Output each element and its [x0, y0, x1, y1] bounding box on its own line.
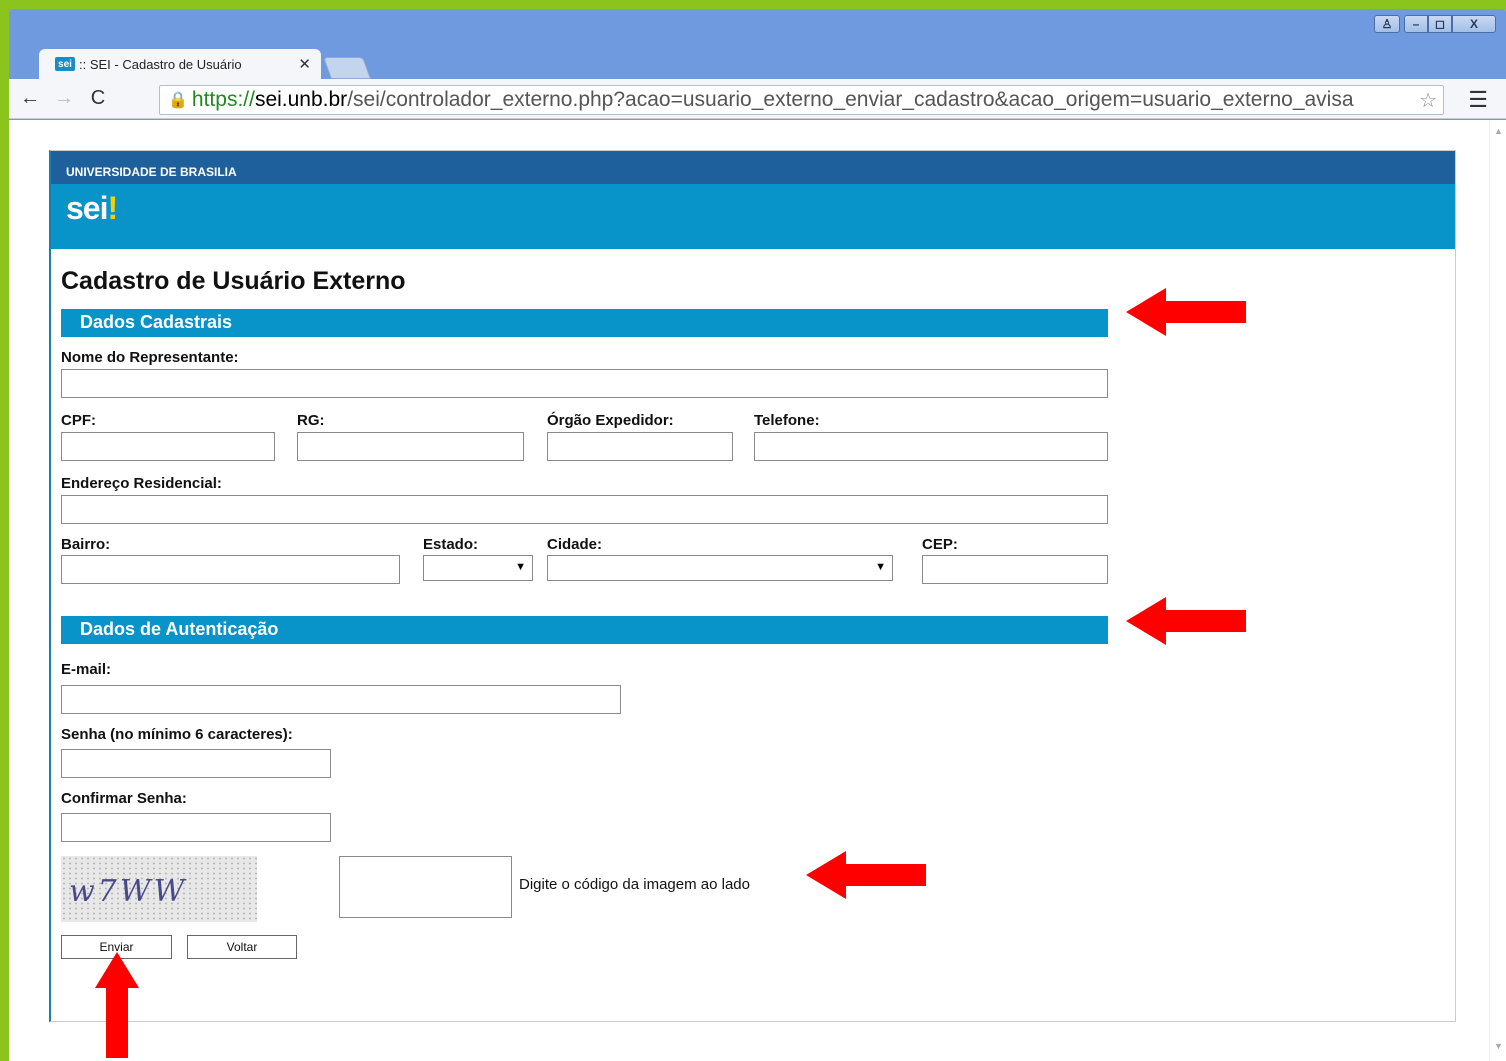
minimize-button[interactable]: –: [1404, 15, 1428, 33]
sei-favicon-icon: sei: [55, 57, 75, 71]
tab-bar: sei :: SEI - Cadastro de Usuário ✕: [39, 47, 372, 79]
annotation-arrow-dados-autenticacao: [1126, 597, 1246, 645]
browser-window: ♙ – ◻ X sei :: SEI - Cadastro de Usuário…: [9, 9, 1506, 1061]
url-path: /sei/controlador_externo.php?acao=usuari…: [347, 88, 1354, 111]
estado-select[interactable]: ▼: [423, 555, 533, 581]
user-profile-button[interactable]: ♙: [1374, 15, 1400, 33]
maximize-button[interactable]: ◻: [1428, 15, 1452, 33]
sei-logo: sei!: [66, 190, 118, 226]
nome-input[interactable]: [61, 369, 1108, 398]
url-scheme: https://: [191, 88, 255, 111]
bairro-input[interactable]: [61, 555, 400, 584]
rg-input[interactable]: [297, 432, 524, 461]
label-orgao: Órgão Expedidor:: [547, 412, 674, 429]
url-host: sei.unb.br: [254, 88, 348, 111]
reload-icon[interactable]: C: [85, 86, 111, 112]
forward-arrow-icon[interactable]: →: [51, 86, 77, 112]
label-confirmar: Confirmar Senha:: [61, 790, 187, 807]
label-estado: Estado:: [423, 536, 479, 553]
telefone-input[interactable]: [754, 432, 1108, 461]
label-email: E-mail:: [61, 661, 112, 678]
vertical-scrollbar[interactable]: ▲ ▼: [1489, 120, 1506, 1061]
cpf-input[interactable]: [61, 432, 275, 461]
sei-page: UNIVERSIDADE DE BRASILIA sei! Cadastro d…: [49, 150, 1456, 1022]
dropdown-arrow-icon: ▼: [875, 561, 886, 573]
page-viewport: UNIVERSIDADE DE BRASILIA sei! Cadastro d…: [9, 120, 1506, 1061]
scroll-down-icon[interactable]: ▼: [1494, 1041, 1503, 1051]
close-tab-icon[interactable]: ✕: [298, 55, 311, 73]
cep-input[interactable]: [922, 555, 1108, 584]
label-endereco: Endereço Residencial:: [61, 475, 222, 492]
org-name: UNIVERSIDADE DE BRASILIA: [51, 151, 1455, 184]
captcha-hint: Digite o código da imagem ao lado: [519, 876, 750, 893]
label-rg: RG:: [297, 412, 325, 429]
confirmar-senha-input[interactable]: [61, 813, 331, 842]
section-dados-cadastrais: Dados Cadastrais: [61, 309, 1108, 337]
label-cidade: Cidade:: [547, 536, 603, 553]
endereco-input[interactable]: [61, 495, 1108, 524]
new-tab-button[interactable]: [322, 57, 372, 79]
logo-mark: !: [107, 190, 118, 226]
annotation-arrow-captcha: [806, 851, 926, 899]
browser-tab[interactable]: sei :: SEI - Cadastro de Usuário ✕: [39, 49, 321, 79]
label-cpf: CPF:: [61, 412, 96, 429]
captcha-image: w7WW: [61, 856, 257, 922]
window-controls: ♙ – ◻ X: [1374, 15, 1496, 33]
close-window-button[interactable]: X: [1452, 15, 1496, 33]
back-arrow-icon[interactable]: ←: [17, 86, 43, 112]
annotation-arrow-enviar: [95, 952, 139, 1058]
page-title: Cadastro de Usuário Externo: [61, 267, 406, 295]
bookmark-star-icon[interactable]: ☆: [1419, 88, 1437, 113]
hamburger-menu-icon[interactable]: ☰: [1468, 87, 1488, 113]
logo-text: sei: [66, 190, 108, 226]
voltar-button[interactable]: Voltar: [187, 935, 297, 959]
cidade-select[interactable]: ▼: [547, 555, 893, 581]
label-bairro: Bairro:: [61, 536, 111, 553]
captcha-text: w7WW: [69, 874, 188, 909]
captcha-input[interactable]: [339, 856, 512, 918]
window-control-group: – ◻ X: [1404, 15, 1496, 33]
browser-toolbar: ← → C 🔒 https:// sei.unb.br /sei/control…: [9, 79, 1506, 119]
label-cep: CEP:: [922, 536, 958, 553]
email-input[interactable]: [61, 685, 621, 714]
orgao-input[interactable]: [547, 432, 733, 461]
scroll-up-icon[interactable]: ▲: [1494, 126, 1503, 136]
lock-icon: 🔒: [168, 92, 188, 109]
label-nome: Nome do Representante:: [61, 349, 239, 366]
address-bar[interactable]: 🔒 https:// sei.unb.br /sei/controlador_e…: [159, 85, 1444, 115]
label-senha: Senha (no mínimo 6 caracteres):: [61, 726, 293, 743]
tab-title: :: SEI - Cadastro de Usuário: [79, 56, 242, 72]
dropdown-arrow-icon: ▼: [515, 561, 526, 573]
annotation-arrow-dados-cadastrais: [1126, 288, 1246, 336]
section-dados-autenticacao: Dados de Autenticação: [61, 616, 1108, 644]
logo-bar: sei!: [51, 184, 1455, 249]
label-telefone: Telefone:: [754, 412, 820, 429]
senha-input[interactable]: [61, 749, 331, 778]
